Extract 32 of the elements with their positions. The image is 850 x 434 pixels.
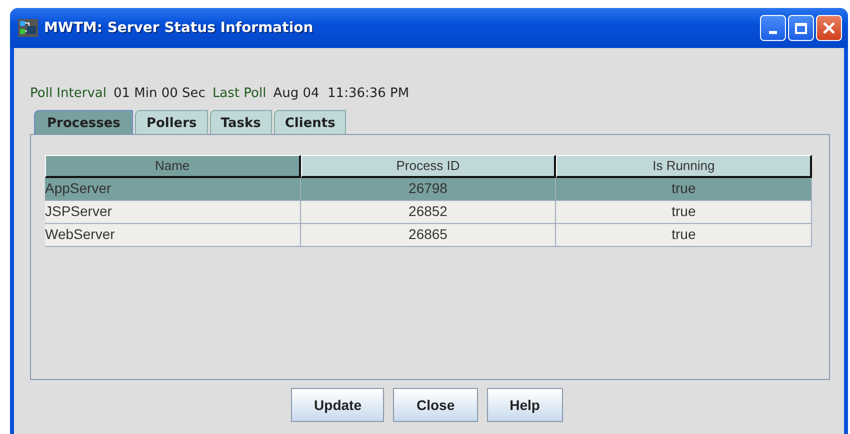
table-row[interactable]: JSPServer 26852 true (45, 201, 812, 224)
tab[interactable]: Processes (34, 110, 134, 134)
last-poll-value: Aug 04 11:36:36 PM (273, 86, 410, 101)
close-button[interactable] (816, 15, 842, 41)
minimize-button[interactable] (760, 15, 786, 41)
column-header[interactable]: Process ID (300, 155, 556, 178)
dialog-button[interactable]: Close (393, 388, 478, 422)
network-icon (18, 19, 38, 37)
table-cell: AppServer (45, 180, 112, 196)
table-cell: WebServer (45, 226, 115, 242)
table-cell: 26798 (408, 180, 448, 196)
dialog-button[interactable]: Update (291, 388, 384, 422)
table-cell: true (672, 180, 696, 196)
window-title: MWTM: Server Status Information (44, 20, 314, 36)
column-header[interactable]: Name (45, 155, 301, 178)
table-cell: 26865 (408, 226, 448, 242)
table-cell: JSPServer (45, 203, 112, 219)
dialog-button[interactable]: Help (486, 388, 563, 422)
table-row[interactable]: AppServer 26798 true (45, 178, 812, 201)
close-icon (822, 21, 836, 35)
table-cell: 26852 (408, 203, 448, 219)
table-row[interactable]: WebServer 26865 true (45, 224, 812, 247)
table-cell: true (672, 226, 696, 242)
tab[interactable]: Tasks (210, 110, 272, 134)
last-poll-label: Last Poll (212, 86, 266, 101)
tab[interactable]: Clients (274, 110, 346, 134)
poll-interval-label: Poll Interval (30, 86, 106, 101)
maximize-button[interactable] (788, 15, 814, 41)
tab[interactable]: Pollers (135, 110, 208, 134)
table-cell: true (672, 203, 696, 219)
column-header[interactable]: Is Running (556, 155, 812, 178)
poll-interval-value: 01 Min 00 Sec (113, 86, 206, 101)
